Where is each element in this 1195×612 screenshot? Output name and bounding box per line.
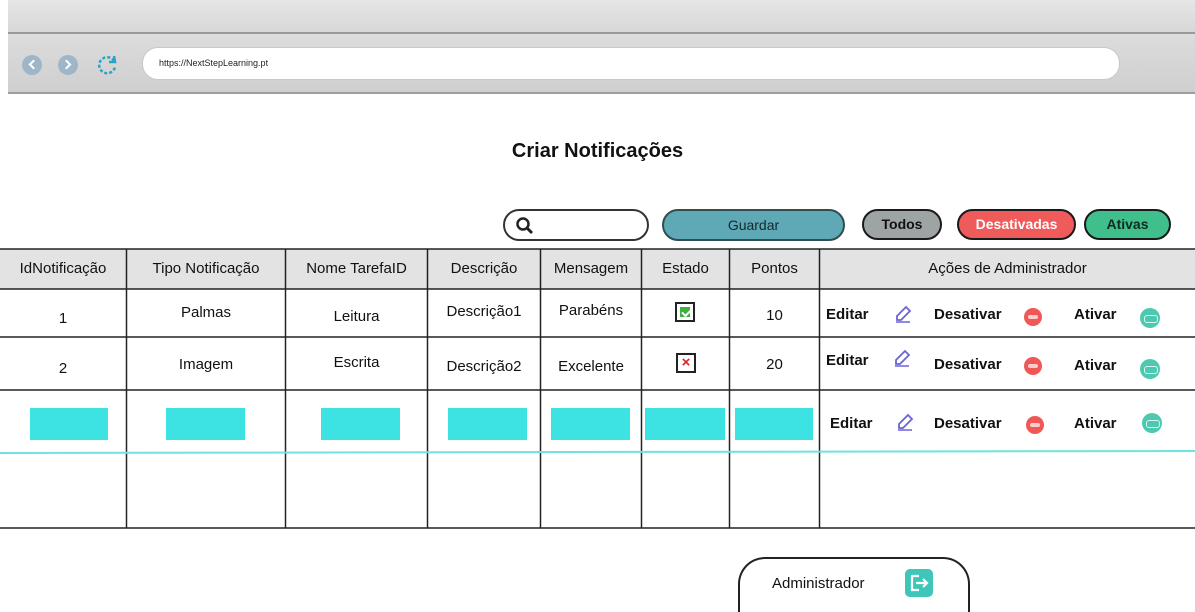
filter-deactivated-button[interactable]: Desativadas: [957, 209, 1076, 240]
row2-estado-checkbox[interactable]: ×: [676, 353, 696, 373]
header-mensagem: Mensagem: [541, 249, 641, 289]
edit-icon[interactable]: [896, 413, 914, 431]
save-button[interactable]: Guardar: [662, 209, 845, 241]
row2-id: 2: [58, 360, 68, 377]
logout-icon: [905, 569, 933, 597]
row3-edit-button[interactable]: Editar: [830, 415, 873, 432]
row2-nome: Escrita: [333, 354, 380, 371]
browser-tab-strip: [8, 0, 1195, 34]
administrator-label: Administrador: [772, 575, 865, 592]
row1-descricao: Descrição1: [446, 303, 522, 320]
row2-pontos: 20: [766, 356, 783, 373]
back-icon[interactable]: [22, 55, 42, 75]
search-input[interactable]: [503, 209, 649, 241]
new-descricao-input[interactable]: [448, 408, 527, 440]
header-id: IdNotificação: [0, 249, 126, 289]
toggle-on-icon[interactable]: [1140, 359, 1160, 379]
new-tipo-input[interactable]: [166, 408, 245, 440]
toggle-on-icon[interactable]: [1140, 308, 1160, 328]
edit-icon[interactable]: [893, 349, 911, 367]
toggle-off-icon[interactable]: [1026, 416, 1044, 434]
new-nome-input[interactable]: [321, 408, 400, 440]
header-estado: Estado: [642, 249, 729, 289]
new-estado-input[interactable]: [645, 408, 725, 440]
url-bar[interactable]: https://NextStepLearning.pt: [142, 47, 1120, 80]
row1-activate-button[interactable]: Ativar: [1074, 306, 1117, 323]
row2-tipo: Imagem: [178, 356, 234, 373]
filter-active-button[interactable]: Ativas: [1084, 209, 1171, 240]
toggle-off-icon[interactable]: [1024, 308, 1042, 326]
forward-icon[interactable]: [58, 55, 78, 75]
search-icon: [516, 217, 534, 235]
toggle-off-icon[interactable]: [1024, 357, 1042, 375]
row1-pontos: 10: [766, 307, 783, 324]
header-nome-tarefa: Nome TarefaID: [286, 249, 427, 289]
administrator-button[interactable]: Administrador: [738, 557, 970, 612]
filter-all-button[interactable]: Todos: [862, 209, 942, 240]
new-mensagem-input[interactable]: [551, 408, 630, 440]
row1-id: 1: [58, 310, 68, 327]
row1-nome: Leitura: [333, 308, 380, 325]
row2-mensagem: Excelente: [558, 358, 624, 375]
new-pontos-input[interactable]: [735, 408, 813, 440]
row1-tipo: Palmas: [180, 304, 232, 321]
row2-descricao: Descrição2: [446, 358, 522, 375]
row1-edit-button[interactable]: Editar: [826, 306, 869, 323]
page: https://NextStepLearning.pt Criar Notifi…: [0, 0, 1195, 612]
toggle-on-icon[interactable]: [1142, 413, 1162, 433]
row2-deactivate-button[interactable]: Desativar: [934, 356, 1002, 373]
row1-deactivate-button[interactable]: Desativar: [934, 306, 1002, 323]
row1-estado-checkbox[interactable]: [675, 302, 695, 322]
row1-mensagem: Parabéns: [558, 302, 624, 319]
row3-deactivate-button[interactable]: Desativar: [934, 415, 1002, 432]
header-pontos: Pontos: [730, 249, 819, 289]
reload-icon[interactable]: [94, 52, 120, 78]
header-acoes: Ações de Administrador: [820, 249, 1195, 289]
edit-icon[interactable]: [894, 305, 912, 323]
header-descricao: Descrição: [428, 249, 540, 289]
row2-activate-button[interactable]: Ativar: [1074, 357, 1117, 374]
new-id-input[interactable]: [30, 408, 108, 440]
row2-edit-button[interactable]: Editar: [826, 352, 869, 369]
page-title: Criar Notificações: [511, 140, 684, 162]
header-tipo: Tipo Notificação: [127, 249, 285, 289]
row3-activate-button[interactable]: Ativar: [1074, 415, 1117, 432]
